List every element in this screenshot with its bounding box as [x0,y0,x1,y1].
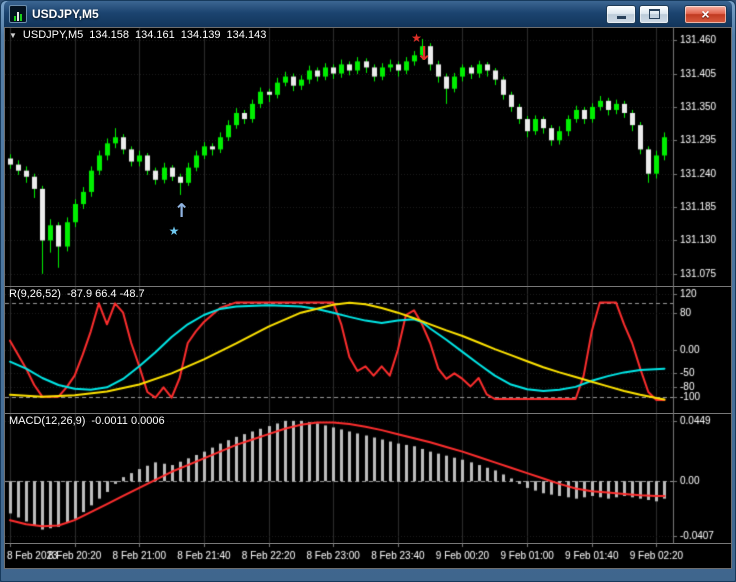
oscillator-panel: R(9,26,52) -87.9 66.4 -48.7 [5,287,731,413]
price-chart-canvas[interactable] [5,28,731,286]
macd-panel: MACD(12,26,9) -0.0011 0.0006 [5,414,731,543]
title-bar[interactable]: USDJPY,M5 × [4,1,732,27]
symbol-dropdown-icon[interactable]: ▼ [9,31,17,40]
chart-window: USDJPY,M5 × ▼ USDJPY,M5 134.158 134.161 … [0,0,736,582]
minimize-button[interactable] [606,4,636,24]
time-axis-canvas[interactable] [5,544,731,568]
minimize-icon [616,16,626,19]
maximize-button[interactable] [639,4,669,24]
close-icon: × [701,5,710,22]
maximize-icon [648,9,660,19]
price-panel: ▼ USDJPY,M5 134.158 134.161 134.139 134.… [5,28,731,286]
close-button[interactable]: × [684,4,727,24]
macd-canvas[interactable] [5,414,731,543]
window-controls: × [606,4,727,24]
app-icon [9,5,27,23]
oscillator-canvas[interactable] [5,287,731,413]
time-axis-panel [5,544,731,568]
window-title: USDJPY,M5 [32,7,99,21]
chart-area: ▼ USDJPY,M5 134.158 134.161 134.139 134.… [4,27,732,569]
